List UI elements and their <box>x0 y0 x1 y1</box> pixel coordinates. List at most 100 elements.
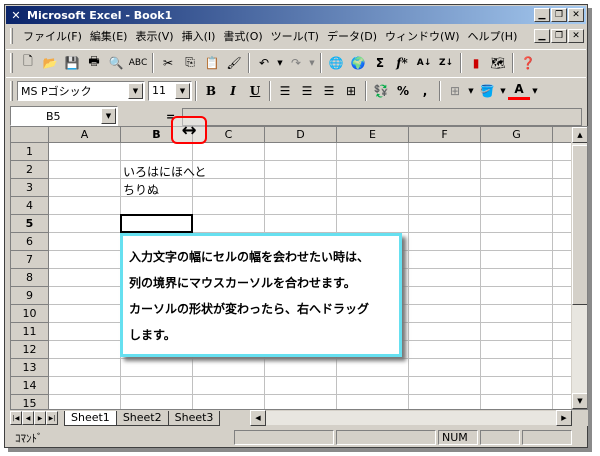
borders-dropdown-icon[interactable]: ▼ <box>466 80 476 102</box>
column-header-d[interactable]: D <box>265 127 337 143</box>
print-preview-icon[interactable]: 🔍 <box>105 52 127 74</box>
formula-input[interactable] <box>182 108 582 126</box>
save-icon[interactable]: 💾 <box>61 52 83 74</box>
column-header-g[interactable]: G <box>481 127 553 143</box>
new-file-icon[interactable]: 🗋 <box>17 52 39 74</box>
font-name-combo[interactable]: MS Pゴシック ▼ <box>17 80 145 101</box>
next-sheet-icon[interactable]: ▶ <box>34 411 46 425</box>
first-sheet-icon[interactable]: |◀ <box>10 411 22 425</box>
tab-sheet1[interactable]: Sheet1 <box>64 410 117 426</box>
column-header-a[interactable]: A <box>49 127 121 143</box>
row-header[interactable]: 10 <box>11 305 49 323</box>
row-header[interactable]: 11 <box>11 323 49 341</box>
paste-icon[interactable]: 📋 <box>201 52 223 74</box>
vertical-scrollbar[interactable]: ▲ ▼ <box>571 127 587 409</box>
close-button[interactable]: ✕ <box>568 8 584 22</box>
column-header-e[interactable]: E <box>337 127 409 143</box>
fill-color-icon[interactable]: 🪣 <box>476 80 498 102</box>
row-header[interactable]: 12 <box>11 341 49 359</box>
currency-icon[interactable]: 💱 <box>370 80 392 102</box>
tab-sheet3[interactable]: Sheet3 <box>167 410 221 426</box>
prev-sheet-icon[interactable]: ◀ <box>22 411 34 425</box>
sort-ascending-icon[interactable]: A↓ <box>413 52 435 74</box>
merge-center-icon[interactable]: ⊞ <box>340 80 362 102</box>
menu-help[interactable]: ヘルプ(H) <box>464 28 522 44</box>
chevron-down-icon[interactable]: ▼ <box>101 108 116 124</box>
row-header[interactable]: 4 <box>11 197 49 215</box>
print-icon[interactable]: 🖶 <box>83 52 105 74</box>
callout-line: カーソルの形状が変わったら、右へドラッグ <box>129 302 370 316</box>
row-header[interactable]: 13 <box>11 359 49 377</box>
row-header[interactable]: 8 <box>11 269 49 287</box>
chart-wizard-icon[interactable]: ▮ <box>465 52 487 74</box>
comma-button[interactable]: , <box>414 80 436 102</box>
row-header[interactable]: 6 <box>11 233 49 251</box>
redo-icon[interactable]: ↷ <box>285 52 307 74</box>
chevron-down-icon[interactable]: ▼ <box>128 82 143 99</box>
row-header[interactable]: 2 <box>11 161 49 179</box>
menu-format[interactable]: 書式(O) <box>219 28 266 44</box>
italic-button[interactable]: I <box>222 80 244 102</box>
column-header-f[interactable]: F <box>409 127 481 143</box>
cut-icon[interactable]: ✂ <box>157 52 179 74</box>
doc-restore-button[interactable]: ❐ <box>551 29 567 43</box>
autosum-icon[interactable]: Σ <box>369 52 391 74</box>
row-header[interactable]: 7 <box>11 251 49 269</box>
underline-button[interactable]: U <box>244 80 266 102</box>
row-header[interactable]: 1 <box>11 143 49 161</box>
redo-dropdown-icon[interactable]: ▼ <box>307 52 317 74</box>
fill-color-dropdown-icon[interactable]: ▼ <box>498 80 508 102</box>
align-right-icon[interactable]: ☰ <box>318 80 340 102</box>
scroll-thumb[interactable] <box>572 145 587 305</box>
scroll-left-arrow-icon[interactable]: ◀ <box>250 410 266 426</box>
scroll-down-arrow-icon[interactable]: ▼ <box>572 393 587 409</box>
align-center-icon[interactable]: ☰ <box>296 80 318 102</box>
undo-dropdown-icon[interactable]: ▼ <box>275 52 285 74</box>
menu-window[interactable]: ウィンドウ(W) <box>381 28 463 44</box>
doc-close-button[interactable]: ✕ <box>568 29 584 43</box>
row-header[interactable]: 14 <box>11 377 49 395</box>
menu-view[interactable]: 表示(V) <box>131 28 177 44</box>
borders-icon[interactable]: ⊞ <box>444 80 466 102</box>
doc-minimize-button[interactable]: ▁ <box>534 29 550 43</box>
scroll-right-arrow-icon[interactable]: ▶ <box>556 410 572 426</box>
bold-button[interactable]: B <box>200 80 222 102</box>
active-cell-b5[interactable] <box>120 214 193 233</box>
office-assistant-icon[interactable]: ❓ <box>517 52 539 74</box>
menu-data[interactable]: データ(D) <box>323 28 381 44</box>
format-painter-icon[interactable]: 🖌 <box>223 52 245 74</box>
select-all-corner[interactable] <box>11 127 49 143</box>
minimize-button[interactable]: ▁ <box>534 8 550 22</box>
undo-icon[interactable]: ↶ <box>253 52 275 74</box>
scroll-up-arrow-icon[interactable]: ▲ <box>572 127 587 143</box>
last-sheet-icon[interactable]: ▶| <box>46 411 58 425</box>
web-toolbar-icon[interactable]: 🌍 <box>347 52 369 74</box>
row-header[interactable]: 15 <box>11 395 49 409</box>
percent-button[interactable]: % <box>392 80 414 102</box>
row-header[interactable]: 9 <box>11 287 49 305</box>
cell-b2[interactable]: いろはにほへと <box>123 163 206 180</box>
spelling-icon[interactable]: ABC <box>127 52 149 74</box>
menu-file[interactable]: ファイル(F) <box>19 28 86 44</box>
name-box[interactable]: B5 ▼ <box>10 106 118 126</box>
menu-insert[interactable]: 挿入(I) <box>178 28 220 44</box>
open-folder-icon[interactable]: 📂 <box>39 52 61 74</box>
chevron-down-icon[interactable]: ▼ <box>175 82 190 99</box>
sort-descending-icon[interactable]: Z↓ <box>435 52 457 74</box>
cell-b3[interactable]: ちりぬ <box>123 181 159 198</box>
tab-sheet2[interactable]: Sheet2 <box>115 410 169 426</box>
font-color-dropdown-icon[interactable]: ▼ <box>530 80 540 102</box>
font-size-combo[interactable]: 11 ▼ <box>148 80 192 101</box>
align-left-icon[interactable]: ☰ <box>274 80 296 102</box>
paste-function-icon[interactable]: f* <box>391 52 413 74</box>
row-header[interactable]: 3 <box>11 179 49 197</box>
menu-edit[interactable]: 編集(E) <box>86 28 132 44</box>
map-icon[interactable]: 🗺 <box>487 52 509 74</box>
font-color-button[interactable]: A <box>508 82 530 100</box>
horizontal-scrollbar[interactable]: ◀ ▶ <box>250 410 572 426</box>
copy-icon[interactable]: ⎘ <box>179 52 201 74</box>
hyperlink-icon[interactable]: 🌐 <box>325 52 347 74</box>
menu-tools[interactable]: ツール(T) <box>267 28 323 44</box>
maximize-button[interactable]: ❐ <box>551 8 567 22</box>
row-header[interactable]: 5 <box>11 215 49 233</box>
